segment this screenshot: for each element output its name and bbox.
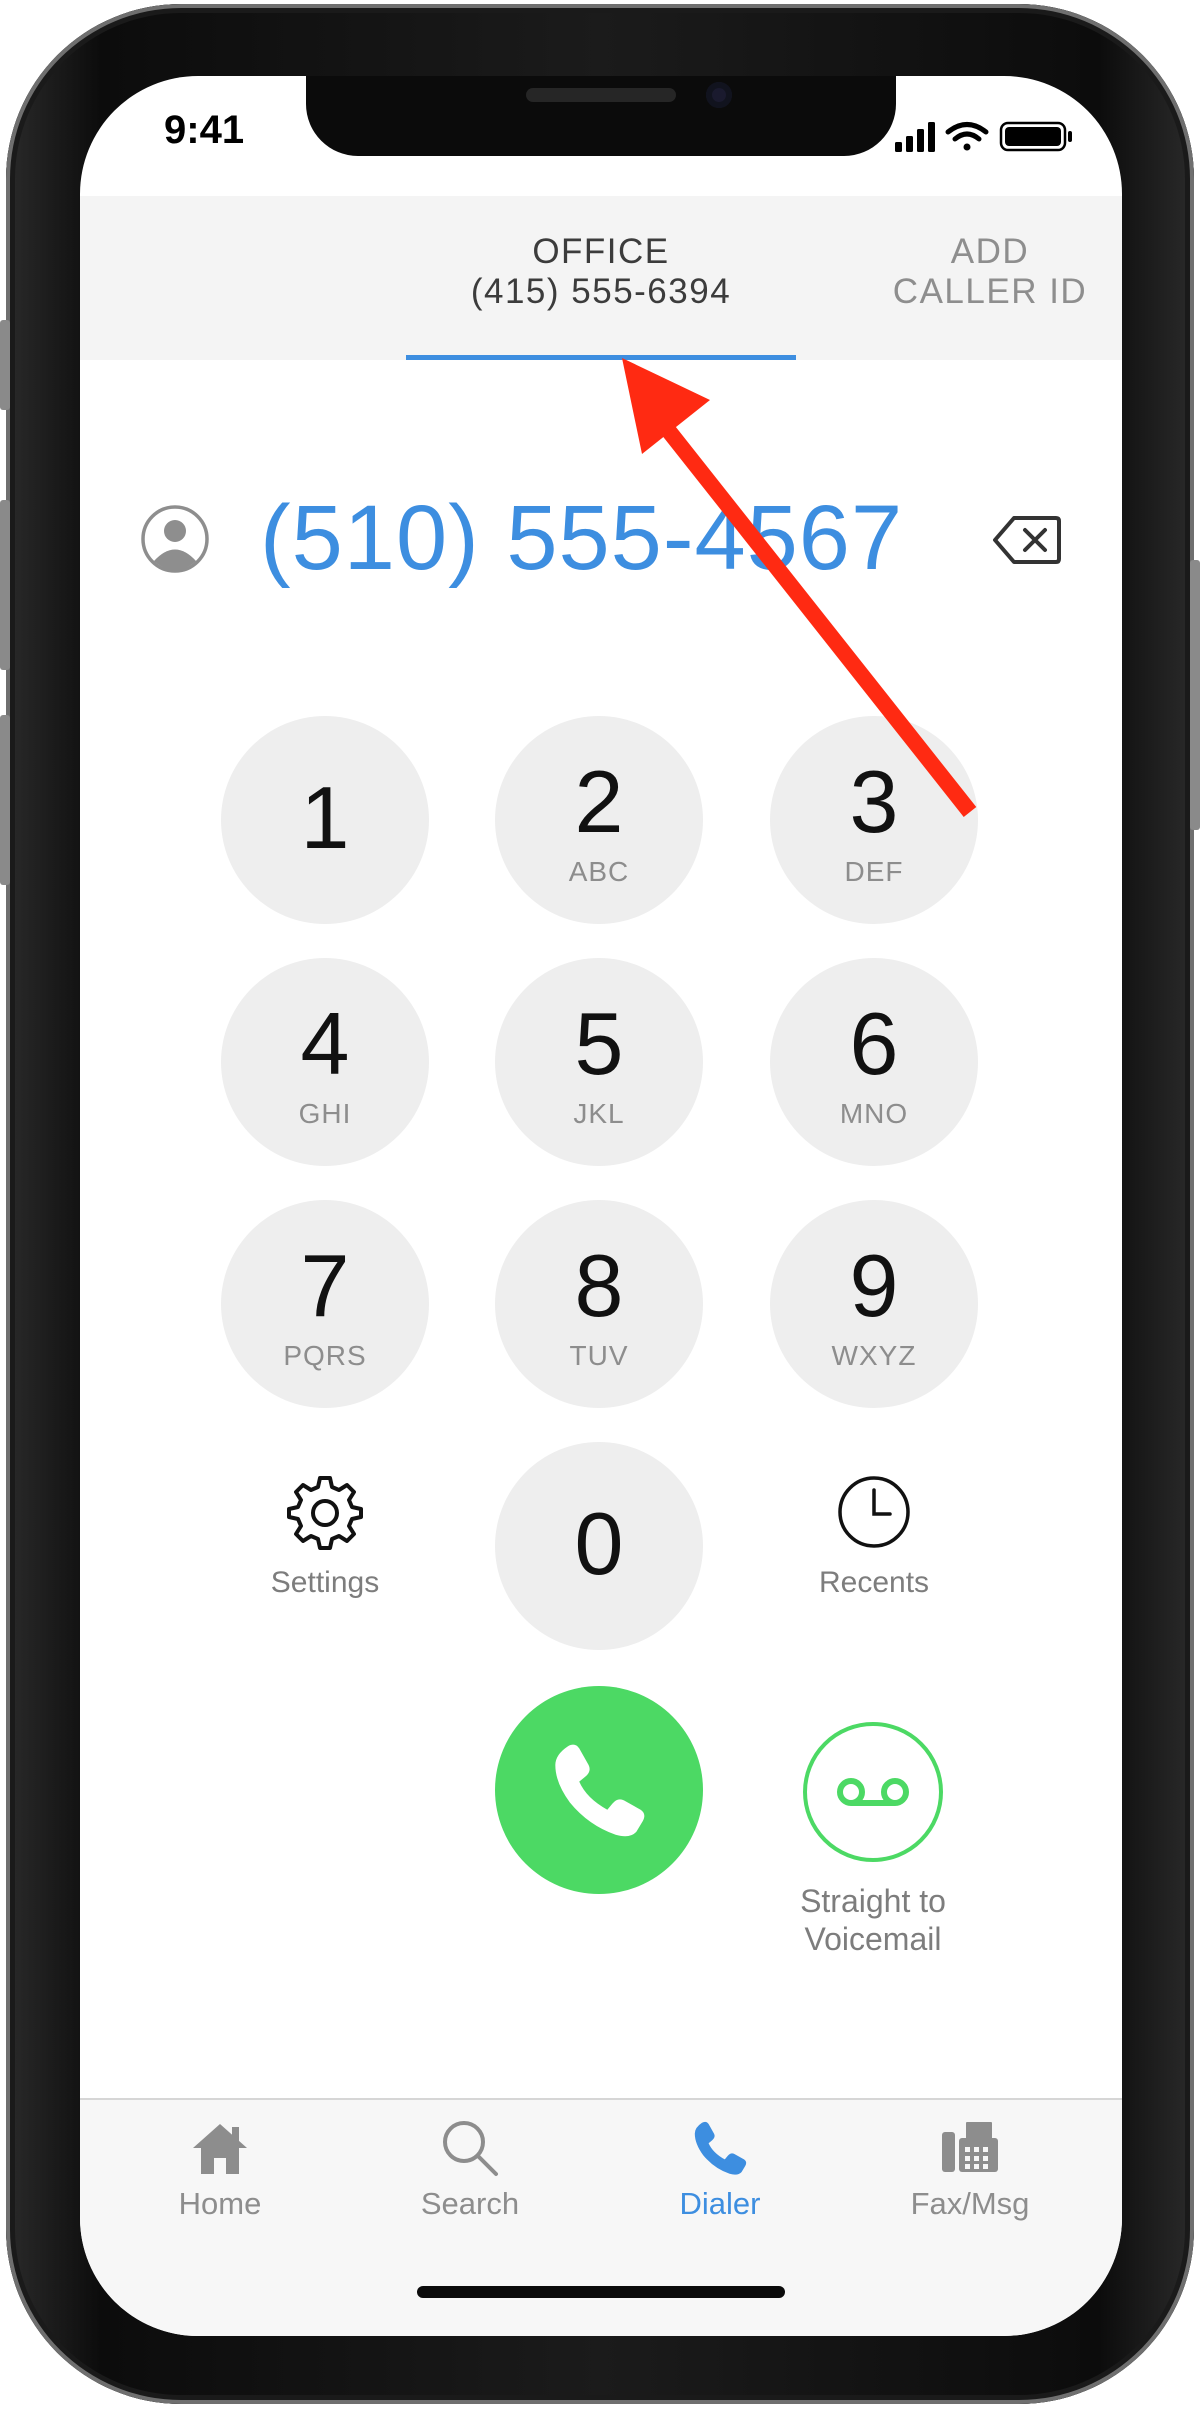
tab-label: Search [420,2186,520,2221]
bottom-tab-bar: Home Search Dialer Fax/Msg [80,2098,1122,2336]
tab-home[interactable]: Home [110,2116,330,2246]
status-time: 9:41 [164,108,245,152]
keypad-key-9[interactable]: 9 WXYZ [770,1200,978,1408]
key-digit: 0 [574,1494,624,1593]
caller-id-tab-office[interactable]: OFFICE (415) 555-6394 [406,196,796,360]
keypad-key-0[interactable]: 0 [495,1442,703,1650]
key-digit: 4 [300,994,350,1093]
dialed-number-display[interactable]: (510) 555-4567 [260,486,960,591]
key-digit: 7 [300,1236,350,1335]
key-letters: GHI [298,1098,352,1129]
straight-to-voicemail-button[interactable] [803,1722,943,1862]
backspace-button[interactable] [992,514,1062,566]
key-letters: MNO [839,1098,909,1129]
tab-fax-msg[interactable]: Fax/Msg [860,2116,1080,2246]
keypad-key-3[interactable]: 3 DEF [770,716,978,924]
gear-icon [287,1476,363,1550]
volume-up-button [0,500,10,670]
key-digit: 9 [849,1236,899,1335]
key-digit: 5 [574,994,624,1093]
straight-to-voicemail-label: Straight to Voicemail [740,1882,1006,1958]
phone-icon [694,2121,747,2175]
key-digit: 2 [574,752,624,851]
caller-id-bar: OFFICE (415) 555-6394 ADD CALLER ID [80,196,1122,360]
keypad-key-6[interactable]: 6 MNO [770,958,978,1166]
wifi-icon [945,122,989,151]
tab-label: Fax/Msg [910,2186,1030,2221]
keypad-key-4[interactable]: 4 GHI [221,958,429,1166]
recents-button[interactable]: Recents [770,1456,978,1664]
key-letters: TUV [569,1340,629,1371]
caller-id-name: OFFICE [532,232,670,271]
volume-down-button [0,715,10,885]
keypad-key-2[interactable]: 2 ABC [495,716,703,924]
tab-search[interactable]: Search [360,2116,580,2246]
call-button[interactable] [495,1686,703,1894]
settings-button[interactable]: Settings [221,1456,429,1664]
clock-icon [838,1476,910,1548]
mute-switch [0,320,10,410]
key-digit: 8 [574,1236,624,1335]
keypad-key-8[interactable]: 8 TUV [495,1200,703,1408]
device-mockup: 9:41 OFFICE (415) 555-6394 ADD CALLER ID… [0,0,1200,2409]
status-icons [895,121,1072,152]
contact-icon [141,505,209,573]
key-digit: 6 [849,994,899,1093]
front-camera [706,82,732,108]
recents-label: Recents [818,1566,930,1599]
add-caller-id-tab[interactable]: ADD CALLER ID [870,196,1110,360]
backspace-icon [993,516,1061,564]
add-caller-id-label-line2: CALLER ID [892,272,1088,311]
notch [306,76,896,156]
battery-icon [999,121,1072,152]
voicemail-icon [837,1778,909,1806]
keypad-key-1[interactable]: 1 [221,716,429,924]
voicemail-label-line1: Straight to [800,1883,946,1919]
tab-label: Home [178,2186,262,2221]
home-indicator[interactable] [417,2286,785,2298]
voicemail-label-line2: Voicemail [804,1921,942,1957]
keypad-key-7[interactable]: 7 PQRS [221,1200,429,1408]
phone-screen: 9:41 OFFICE (415) 555-6394 ADD CALLER ID… [80,76,1122,2336]
home-icon [193,2124,247,2174]
keypad-key-5[interactable]: 5 JKL [495,958,703,1166]
caller-id-number: (415) 555-6394 [470,272,732,311]
tab-label: Dialer [679,2186,761,2221]
key-letters: JKL [573,1098,625,1129]
key-letters: WXYZ [831,1340,917,1371]
key-digit: 1 [300,768,350,867]
settings-label: Settings [270,1566,380,1599]
add-caller-id-label-line1: ADD [950,232,1030,271]
earpiece-speaker [526,88,676,102]
contact-picker-button[interactable] [140,504,210,574]
signal-icon [895,122,935,152]
search-icon [443,2121,498,2176]
tab-dialer[interactable]: Dialer [610,2116,830,2246]
key-letters: DEF [844,856,904,887]
key-letters: ABC [568,856,630,887]
key-digit: 3 [849,752,899,851]
phone-icon [555,1744,645,1837]
fax-icon [942,2122,998,2172]
key-letters: PQRS [283,1340,367,1371]
power-button [1190,560,1200,830]
selected-tab-indicator [406,355,796,360]
